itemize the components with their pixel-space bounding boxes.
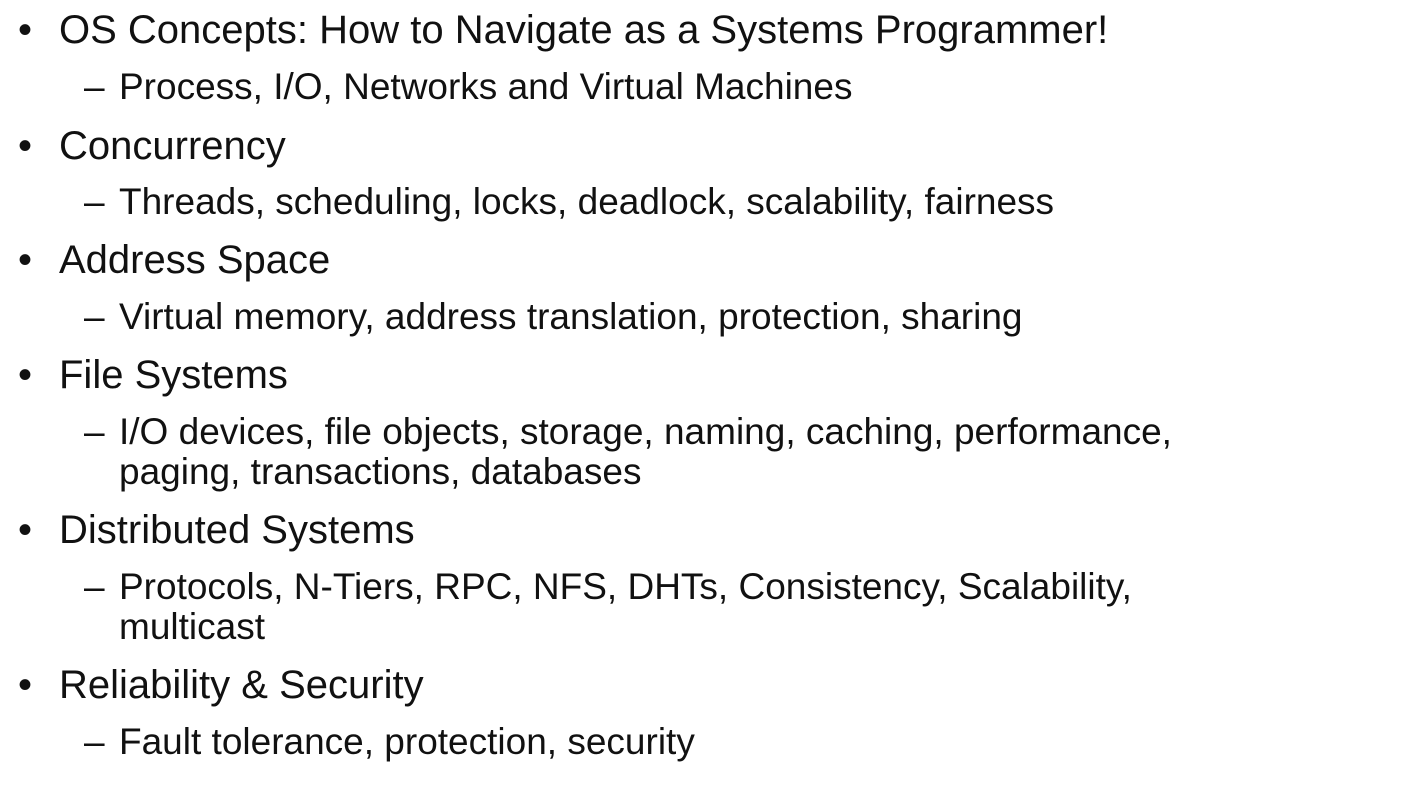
topic-distributed-systems: • Distributed Systems	[18, 508, 415, 552]
dash-marker: –	[84, 411, 105, 452]
topic-title: Address Space	[59, 238, 331, 282]
bullet-marker: •	[18, 508, 33, 552]
bullet-marker: •	[18, 353, 33, 397]
subtopic-text-continued: paging, transactions, databases	[119, 451, 642, 492]
dash-marker: –	[84, 566, 105, 607]
topic-os-concepts: • OS Concepts: How to Navigate as a Syste…	[18, 8, 1108, 52]
dash-marker: –	[84, 66, 105, 107]
subtopic-reliability-security: – Fault tolerance, protection, security	[84, 722, 695, 762]
subtopic-text: Process, I/O, Networks and Virtual Machi…	[119, 66, 853, 107]
bullet-marker: •	[18, 663, 33, 707]
subtopic-file-systems: – I/O devices, file objects, storage, nam…	[84, 412, 1172, 492]
subtopic-text: I/O devices, file objects, storage, nami…	[119, 411, 1172, 452]
topic-reliability-security: • Reliability & Security	[18, 663, 424, 707]
topic-title: OS Concepts: How to Navigate as a System…	[59, 8, 1109, 52]
topic-title: Concurrency	[59, 124, 286, 168]
subtopic-distributed-systems: – Protocols, N-Tiers, RPC, NFS, DHTs, Con…	[84, 567, 1132, 647]
topic-address-space: • Address Space	[18, 238, 330, 282]
dash-marker: –	[84, 721, 105, 762]
subtopic-address-space: – Virtual memory, address translation, pr…	[84, 297, 1023, 337]
topic-concurrency: • Concurrency	[18, 124, 286, 168]
bullet-marker: •	[18, 238, 33, 282]
topic-title: Distributed Systems	[59, 508, 415, 552]
bullet-marker: •	[18, 8, 33, 52]
bullet-marker: •	[18, 124, 33, 168]
topic-title: File Systems	[59, 353, 288, 397]
topic-title: Reliability & Security	[59, 663, 424, 707]
subtopic-text: Threads, scheduling, locks, deadlock, sc…	[119, 181, 1055, 222]
subtopic-os-concepts: – Process, I/O, Networks and Virtual Mach…	[84, 67, 852, 107]
subtopic-text-continued: multicast	[119, 606, 265, 647]
subtopic-text: Protocols, N-Tiers, RPC, NFS, DHTs, Cons…	[119, 566, 1132, 607]
slide: • OS Concepts: How to Navigate as a Syste…	[0, 0, 1403, 797]
subtopic-text: Fault tolerance, protection, security	[119, 721, 695, 762]
topic-file-systems: • File Systems	[18, 353, 288, 397]
subtopic-text: Virtual memory, address translation, pro…	[119, 296, 1023, 337]
dash-marker: –	[84, 181, 105, 222]
subtopic-concurrency: – Threads, scheduling, locks, deadlock, s…	[84, 182, 1054, 222]
dash-marker: –	[84, 296, 105, 337]
